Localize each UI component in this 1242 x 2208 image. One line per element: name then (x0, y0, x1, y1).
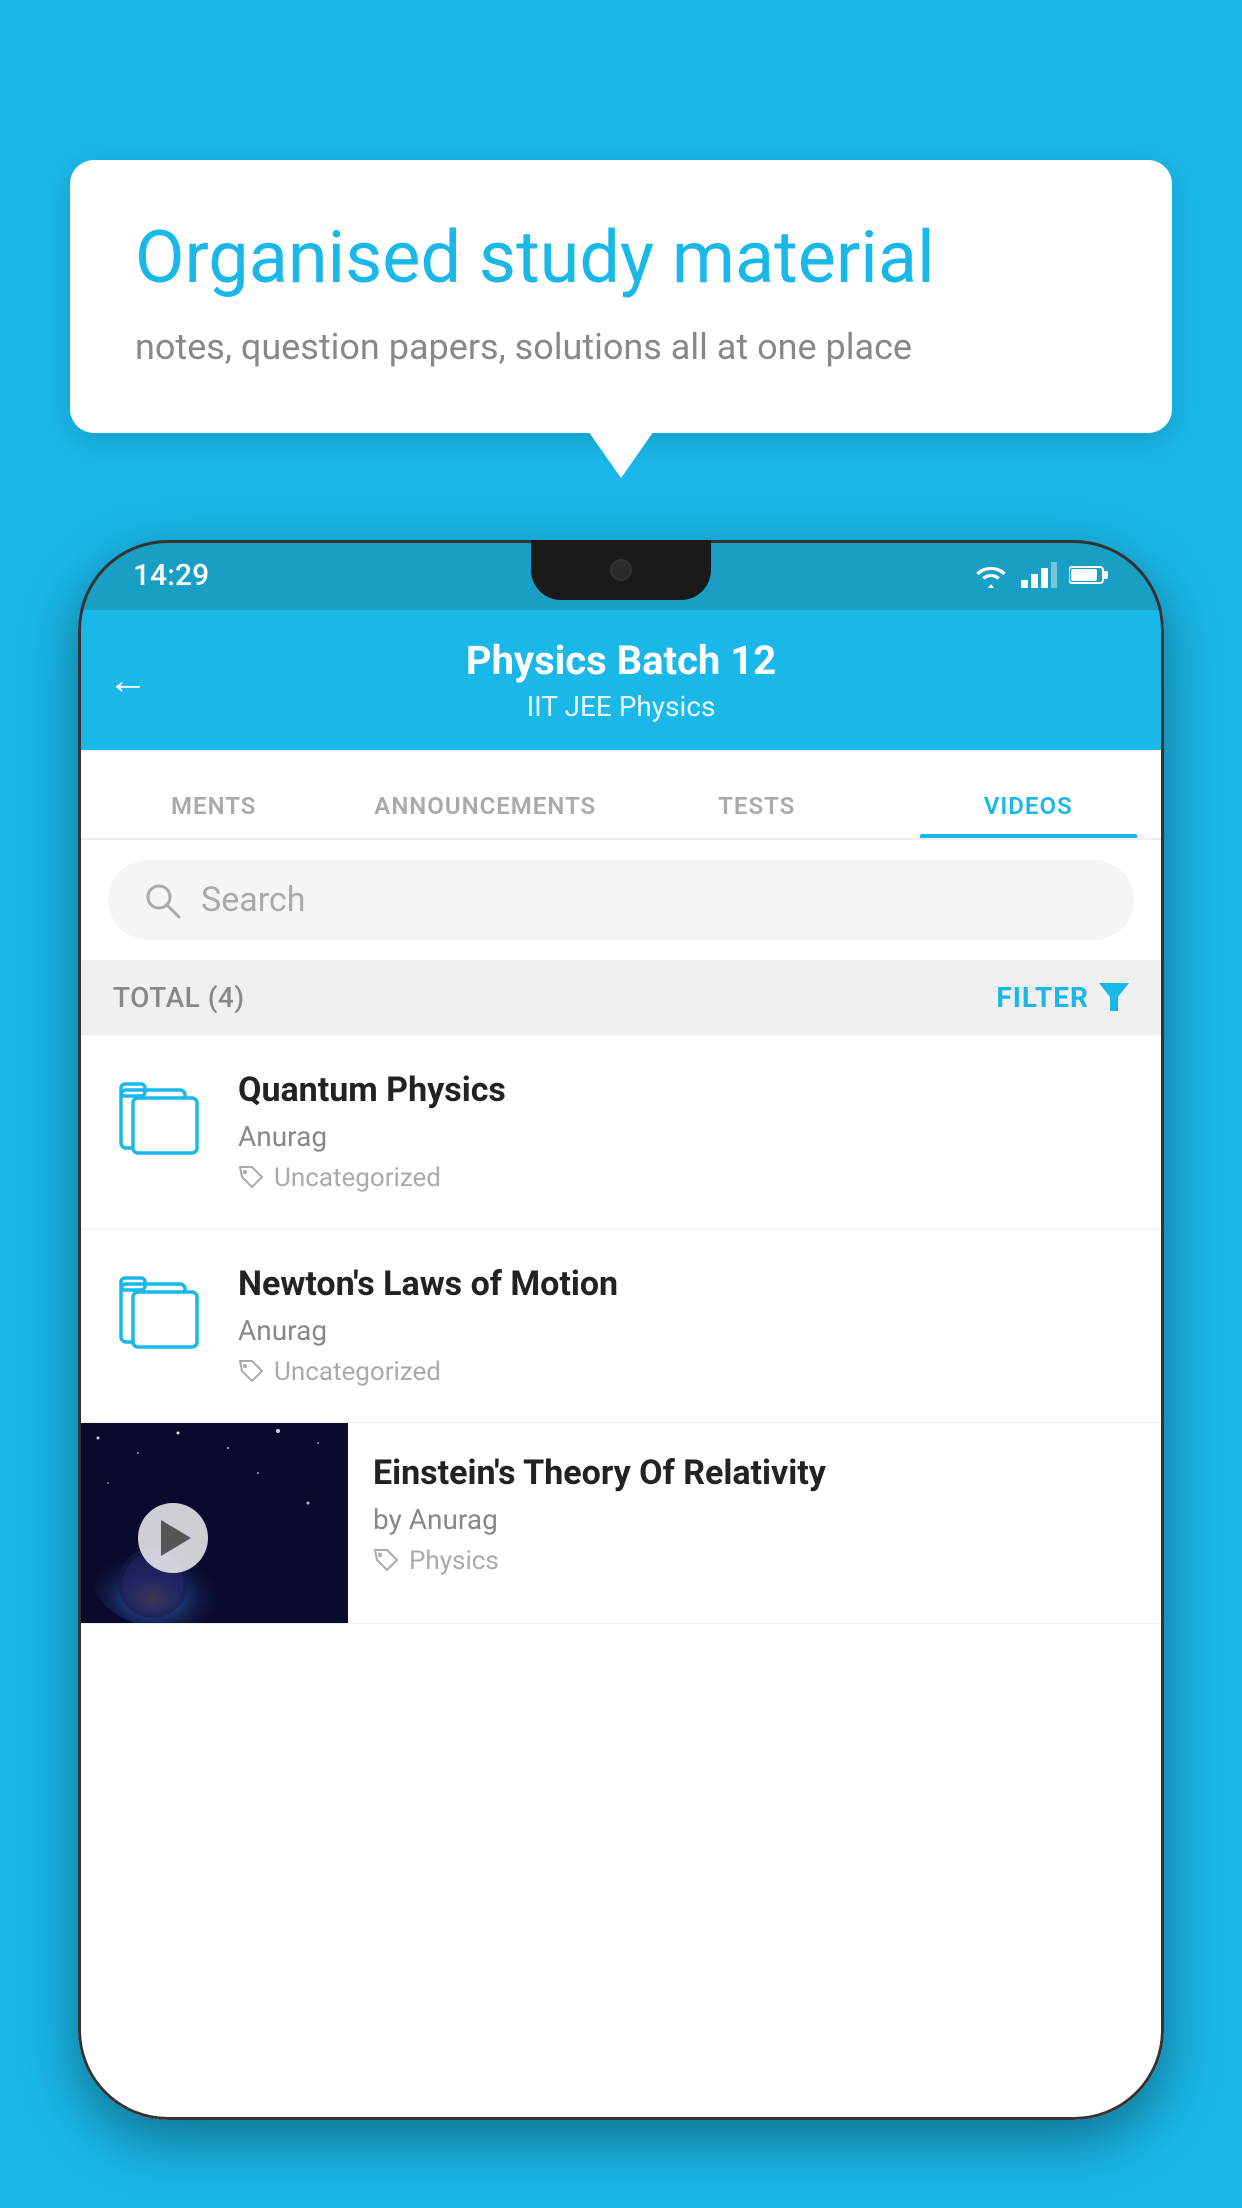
play-icon (161, 1520, 191, 1556)
tag-label: Uncategorized (274, 1163, 441, 1193)
list-item[interactable]: Einstein's Theory Of Relativity by Anura… (78, 1423, 1164, 1624)
video-title: Quantum Physics (238, 1070, 1134, 1110)
app-bar-title: Physics Batch 12 (466, 637, 776, 684)
bubble-title: Organised study material (135, 215, 1107, 301)
video-author: by Anurag (373, 1503, 1139, 1536)
video-title: Einstein's Theory Of Relativity (373, 1453, 1139, 1493)
speech-bubble: Organised study material notes, question… (70, 160, 1172, 433)
back-button[interactable]: ← (108, 657, 148, 704)
video-author: Anurag (238, 1314, 1134, 1347)
filter-icon (1099, 983, 1129, 1013)
search-placeholder: Search (201, 880, 305, 920)
notch (531, 540, 711, 600)
search-icon (143, 881, 181, 919)
video-info: Einstein's Theory Of Relativity by Anura… (348, 1423, 1164, 1606)
filter-button[interactable]: FILTER (996, 981, 1129, 1014)
tag-icon (238, 1165, 264, 1191)
tabs-bar: MENTS ANNOUNCEMENTS TESTS VIDEOS (78, 750, 1164, 840)
battery-icon (1069, 564, 1109, 586)
filter-label: FILTER (996, 981, 1089, 1014)
thumbnail-bg (78, 1423, 348, 1623)
video-tag: Uncategorized (238, 1357, 1134, 1387)
video-tag: Physics (373, 1546, 1139, 1576)
list-item[interactable]: Quantum Physics Anurag Uncategorized (78, 1035, 1164, 1229)
folder-icon-wrap (108, 1264, 208, 1352)
signal-icon (1021, 562, 1057, 588)
total-count: TOTAL (4) (113, 981, 245, 1014)
filter-row: TOTAL (4) FILTER (78, 960, 1164, 1035)
tab-videos[interactable]: VIDEOS (893, 792, 1165, 838)
list-item[interactable]: Newton's Laws of Motion Anurag Uncategor… (78, 1229, 1164, 1423)
video-info: Quantum Physics Anurag Uncategorized (238, 1070, 1134, 1193)
folder-icon-wrap (108, 1070, 208, 1158)
phone-wrapper: 14:29 (78, 540, 1164, 2208)
video-tag: Uncategorized (238, 1163, 1134, 1193)
play-button[interactable] (138, 1503, 208, 1573)
tab-tests[interactable]: TESTS (621, 792, 893, 838)
video-thumbnail (78, 1423, 348, 1623)
bubble-subtitle: notes, question papers, solutions all at… (135, 326, 1107, 368)
tab-ments[interactable]: MENTS (78, 792, 350, 838)
status-icons (973, 562, 1109, 588)
folder-icon (116, 1272, 201, 1352)
tab-announcements[interactable]: ANNOUNCEMENTS (350, 792, 622, 838)
search-container: Search (78, 840, 1164, 960)
status-time: 14:29 (133, 558, 209, 593)
folder-icon (116, 1078, 201, 1158)
video-list: Quantum Physics Anurag Uncategorized (78, 1035, 1164, 1624)
app-bar: ← Physics Batch 12 IIT JEE Physics (78, 610, 1164, 750)
wifi-icon (973, 562, 1009, 588)
camera (610, 559, 632, 581)
video-author: Anurag (238, 1120, 1134, 1153)
tag-label: Physics (409, 1546, 499, 1576)
video-info: Newton's Laws of Motion Anurag Uncategor… (238, 1264, 1134, 1387)
app-bar-subtitle: IIT JEE Physics (527, 690, 716, 723)
phone-frame: 14:29 (78, 540, 1164, 2120)
phone-screen: ← Physics Batch 12 IIT JEE Physics MENTS… (78, 610, 1164, 2120)
search-bar[interactable]: Search (108, 860, 1134, 940)
tag-icon (238, 1359, 264, 1385)
tag-label: Uncategorized (274, 1357, 441, 1387)
video-title: Newton's Laws of Motion (238, 1264, 1134, 1304)
tag-icon (373, 1548, 399, 1574)
